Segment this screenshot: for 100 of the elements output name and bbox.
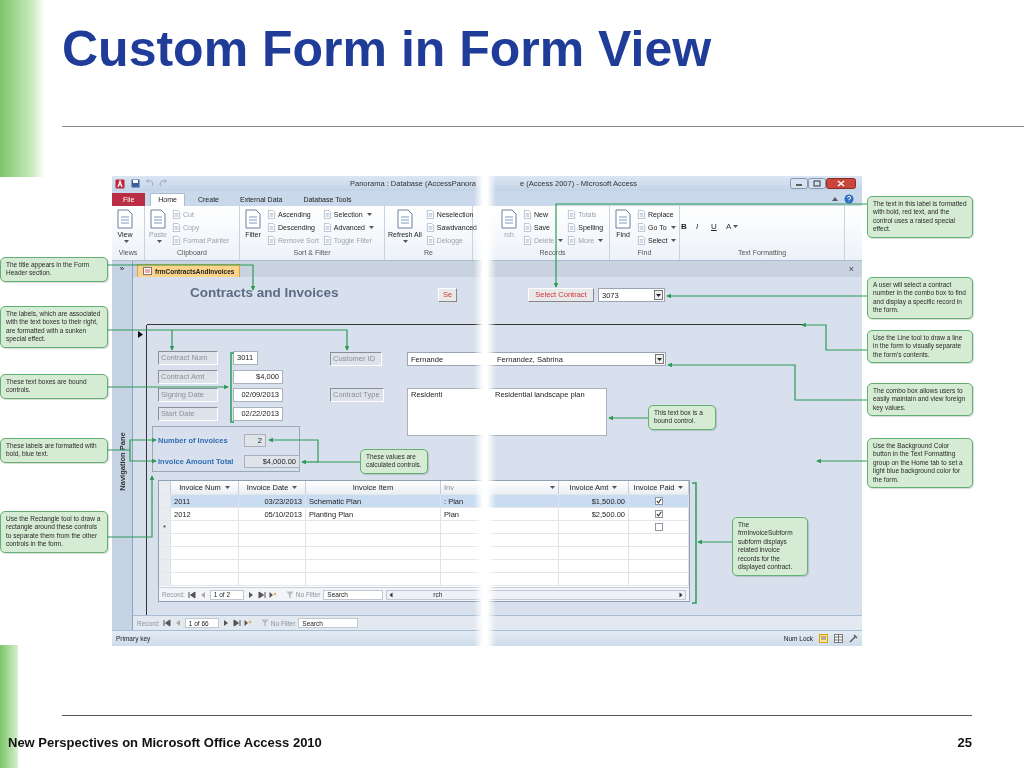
last-record-icon[interactable] [232,619,241,627]
table-cell [171,534,239,547]
document-icon [523,210,532,219]
row-selector [159,547,171,560]
datasheet-view-icon[interactable] [834,634,843,643]
leader-line [801,322,868,351]
leader-line [608,415,649,421]
caret-icon [612,486,618,489]
document-icon [267,223,276,232]
expand-button[interactable]: » [119,264,125,273]
floppy-icon[interactable] [131,179,140,188]
document-icon [637,223,646,232]
document-icon [613,209,633,229]
row-selector [159,560,171,573]
document-icon [425,236,435,245]
checkbox[interactable] [654,497,663,505]
bracket-line [230,352,235,423]
checkbox[interactable] [654,510,663,518]
new-record-icon[interactable] [243,619,252,627]
first-record-icon[interactable] [162,619,171,627]
document-icon [523,223,532,232]
table-cell [171,521,239,534]
row-selector [159,534,171,547]
scroll-left-icon[interactable] [387,590,396,599]
new-record-icon[interactable] [268,590,277,599]
format-button[interactable]: B [681,222,691,231]
caret-icon [224,486,230,489]
document-icon [243,209,263,229]
table-cell [171,560,239,573]
table-cell [559,573,629,586]
table-cell [239,560,306,573]
scroll-right-icon[interactable] [677,590,685,599]
table-cell [239,573,306,586]
design-view-icon[interactable] [849,634,858,643]
caret-icon [156,240,162,243]
last-record-icon[interactable] [257,590,266,599]
document-icon [172,210,181,219]
caret-icon [671,239,677,242]
document-icon [394,209,415,229]
collapse-ribbon-icon[interactable] [831,195,839,203]
format-button[interactable]: U [711,222,721,231]
document-icon [523,236,532,245]
format-button[interactable]: A [726,222,736,231]
document-icon [567,223,577,232]
next-record-icon[interactable] [246,590,255,599]
leader-line [816,458,868,464]
document-icon [567,236,577,245]
funnel-icon [285,590,294,599]
dropdown-button[interactable] [655,354,664,364]
page-number: 25 [957,734,972,750]
document-icon [148,209,168,229]
caret-icon [558,239,564,242]
document-icon [637,236,646,245]
close-button[interactable]: × [848,264,854,274]
app-icon[interactable] [115,178,125,189]
caret-icon [369,226,374,229]
table-cell [239,521,306,534]
checkbox[interactable] [654,523,663,531]
document-icon [267,210,276,219]
caret-icon [123,240,129,243]
minimize-icon[interactable] [790,178,808,189]
table-cell [559,534,629,547]
document-icon [322,223,332,232]
help-icon[interactable] [844,194,854,204]
table-cell [239,547,306,560]
document-icon [172,223,181,232]
caret-icon [670,226,676,229]
caret-icon [733,225,739,228]
table-cell [171,547,239,560]
record-pointer-icon [138,331,143,338]
next-record-icon[interactable] [221,619,230,627]
caret-icon [550,486,555,489]
document-icon [425,223,435,232]
close-icon[interactable] [826,178,856,189]
table-cell [239,534,306,547]
slide-title: Custom Form in Form View [62,20,712,78]
document-icon [115,209,135,229]
document-icon [322,236,332,245]
footer-text: New Perspectives on Microsoft Office Access 2010 [8,734,322,750]
document-icon [172,236,181,245]
caret-icon [598,239,604,242]
table-cell [171,573,239,586]
document-icon [425,210,435,219]
first-record-icon[interactable] [187,590,196,599]
table-cell [629,573,689,586]
document-icon [499,209,519,229]
leader-line [697,539,733,545]
table-cell [629,547,689,560]
row-selector [159,508,171,521]
table-cell [559,547,629,560]
format-button[interactable]: I [696,222,706,231]
maximize-icon[interactable] [808,178,826,189]
caret-icon [657,357,662,361]
document-icon [637,210,646,219]
dropdown-button[interactable] [654,290,663,300]
caret-icon [403,240,409,243]
caret-icon [678,486,684,489]
funnel-icon [260,619,269,627]
document-icon [267,236,276,245]
row-selector [159,495,171,508]
